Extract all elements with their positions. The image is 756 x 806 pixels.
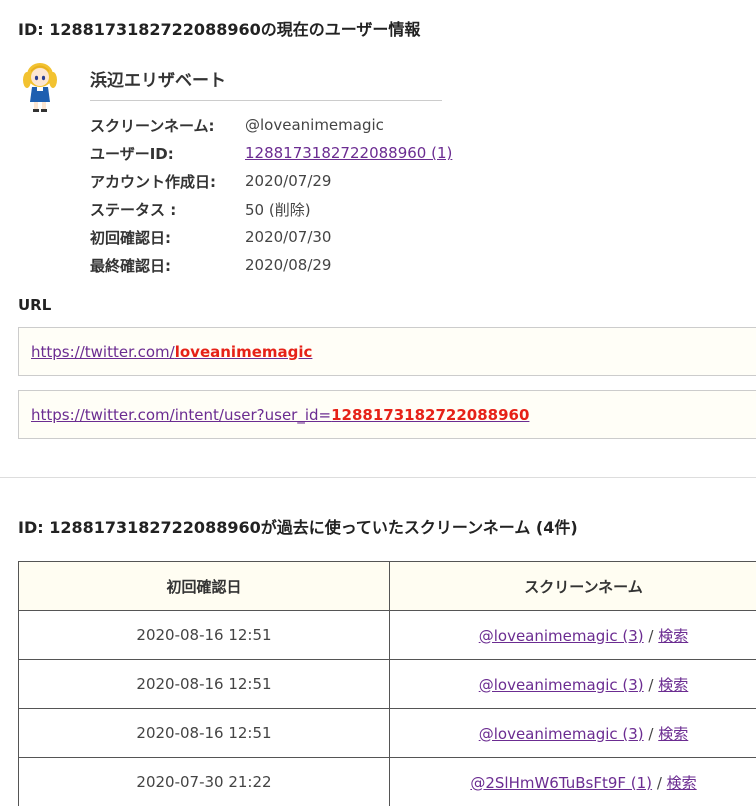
intent-url-prefix: https://twitter.com/intent/user?user_id= [31, 405, 332, 424]
user-id-link[interactable]: 1288173182722088960 (1) [245, 144, 452, 162]
row-date: 2020-08-16 12:51 [18, 708, 390, 758]
url-label: URL [18, 296, 52, 314]
avatar [23, 63, 57, 112]
screen-name-link[interactable]: @loveanimemagic (3) [479, 627, 644, 645]
separator: / [643, 626, 659, 645]
screen-name-value: @loveanimemagic [245, 116, 384, 134]
info-label: 初回確認日: [90, 228, 171, 247]
name-divider [90, 100, 442, 101]
display-name: 浜辺エリザベート [90, 71, 226, 91]
page: ID: 1288173182722088960の現在のユーザー情報 浜辺エリザベ… [0, 0, 756, 806]
row-date: 2020-08-16 12:51 [18, 659, 390, 709]
first-seen-value: 2020/07/30 [245, 228, 332, 246]
row-names: @2SlHmW6TuBsFt9F (1) / 検索 [389, 757, 756, 806]
profile-url-link[interactable]: https://twitter.com/loveanimemagic [31, 343, 312, 361]
table-row: 2020-08-16 12:51 @loveanimemagic (3) / 検… [18, 659, 756, 709]
intent-url-highlight: 1288173182722088960 [331, 405, 530, 424]
info-label: ステータス : [90, 200, 177, 219]
search-link[interactable]: 検索 [658, 676, 688, 694]
search-link[interactable]: 検索 [658, 627, 688, 645]
profile-url-prefix: https://twitter.com/ [31, 342, 175, 361]
history-title: ID: 1288173182722088960が過去に使っていたスクリーンネーム… [18, 518, 578, 537]
last-seen-value: 2020/08/29 [245, 256, 332, 274]
profile-url-highlight: loveanimemagic [174, 342, 313, 361]
info-row-user-id: ユーザーID: 1288173182722088960 (1) [90, 139, 452, 167]
info-label: ユーザーID: [90, 144, 174, 163]
separator: / [652, 773, 667, 792]
table-row: 2020-08-16 12:51 @loveanimemagic (3) / 検… [18, 708, 756, 758]
info-row-last-seen: 最終確認日: 2020/08/29 [90, 251, 452, 279]
row-names: @loveanimemagic (3) / 検索 [389, 659, 756, 709]
info-label: スクリーンネーム: [90, 116, 215, 135]
screen-name-link[interactable]: @loveanimemagic (3) [479, 725, 644, 743]
row-names: @loveanimemagic (3) / 検索 [389, 610, 756, 660]
status-value: 50 (削除) [245, 200, 311, 219]
search-link[interactable]: 検索 [658, 725, 688, 743]
screen-name-link[interactable]: @loveanimemagic (3) [479, 676, 644, 694]
table-row: 2020-07-30 21:22 @2SlHmW6TuBsFt9F (1) / … [18, 757, 756, 806]
profile-url-box: https://twitter.com/loveanimemagic [18, 327, 756, 376]
header-screen-name: スクリーンネーム [389, 561, 756, 611]
info-label: 最終確認日: [90, 256, 171, 275]
table-header-row: 初回確認日 スクリーンネーム [18, 561, 756, 611]
separator: / [643, 675, 659, 694]
row-date: 2020-08-16 12:51 [18, 610, 390, 660]
row-date: 2020-07-30 21:22 [18, 757, 390, 806]
info-row-screen-name: スクリーンネーム: @loveanimemagic [90, 111, 452, 139]
created-date-value: 2020/07/29 [245, 172, 332, 190]
intent-url-box: https://twitter.com/intent/user?user_id=… [18, 390, 756, 439]
user-info-table: スクリーンネーム: @loveanimemagic ユーザーID: 128817… [90, 111, 452, 279]
section-divider [0, 477, 756, 478]
row-names: @loveanimemagic (3) / 検索 [389, 708, 756, 758]
current-user-title: ID: 1288173182722088960の現在のユーザー情報 [18, 20, 421, 39]
info-row-status: ステータス : 50 (削除) [90, 195, 452, 223]
info-label: アカウント作成日: [90, 172, 216, 191]
info-row-created: アカウント作成日: 2020/07/29 [90, 167, 452, 195]
search-link[interactable]: 検索 [667, 774, 697, 792]
intent-url-link[interactable]: https://twitter.com/intent/user?user_id=… [31, 406, 529, 424]
separator: / [643, 724, 659, 743]
screen-name-link[interactable]: @2SlHmW6TuBsFt9F (1) [470, 774, 652, 792]
screen-name-history-table: 初回確認日 スクリーンネーム 2020-08-16 12:51 @loveani… [18, 561, 756, 806]
header-first-seen: 初回確認日 [18, 561, 390, 611]
table-row: 2020-08-16 12:51 @loveanimemagic (3) / 検… [18, 610, 756, 660]
info-row-first-seen: 初回確認日: 2020/07/30 [90, 223, 452, 251]
